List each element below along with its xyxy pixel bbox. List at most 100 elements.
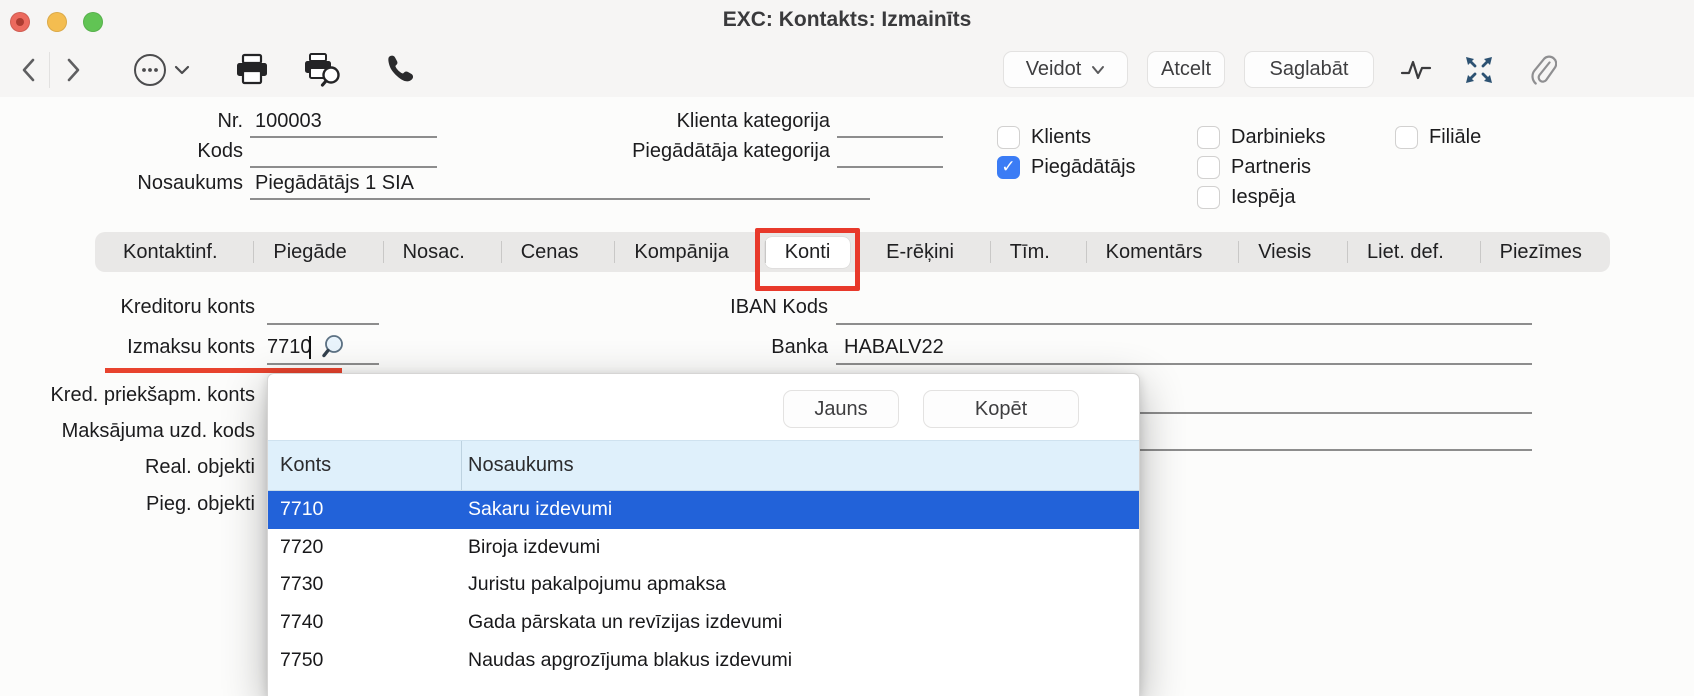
table-header: Konts Nosaukums	[268, 440, 1139, 491]
save-button[interactable]: Saglabāt	[1244, 51, 1374, 88]
izmaksu-konts-underline	[267, 363, 379, 365]
text-cursor	[309, 336, 311, 359]
kred-prieksapm-konts-label: Kred. priekšapm. konts	[0, 384, 255, 407]
tab-bar: Kontaktinf. Piegāde Nosac. Cenas Kompāni…	[95, 232, 1610, 272]
back-button[interactable]	[14, 45, 44, 95]
banka-underline	[836, 363, 1532, 365]
tab-erekini[interactable]: E-rēķini	[866, 237, 974, 268]
tab-liet-def[interactable]: Liet. def.	[1347, 237, 1464, 268]
nosaukums-field[interactable]: Piegādātājs 1 SIA	[255, 172, 414, 195]
create-button[interactable]: Veidot	[1003, 51, 1128, 88]
column-header-nosaukums[interactable]: Nosaukums	[468, 441, 574, 490]
nosaukums-label: Nosaukums	[0, 172, 243, 195]
nr-label: Nr.	[0, 110, 243, 133]
nr-underline	[250, 136, 437, 138]
annotation-highlight-box	[755, 228, 861, 291]
row-konts: 7740	[268, 611, 456, 634]
checkbox-partneris-label[interactable]: Partneris	[1231, 156, 1311, 179]
tab-tim[interactable]: Tīm.	[990, 237, 1070, 268]
attachment-icon[interactable]	[1524, 45, 1560, 95]
paste-special-popup: Jauns Kopēt Konts Nosaukums 7710 Sakaru …	[267, 373, 1140, 696]
new-button[interactable]: Jauns	[783, 390, 899, 428]
banka-label: Banka	[528, 336, 828, 359]
pieg-objekti-label: Pieg. objekti	[0, 493, 255, 516]
kods-underline	[250, 166, 437, 168]
table-row[interactable]: 7750 Naudas apgrozījuma blakus izdevumi	[268, 641, 1139, 679]
row-konts: 7710	[268, 498, 456, 521]
row-nosaukums: Naudas apgrozījuma blakus izdevumi	[456, 649, 1139, 672]
banka-field[interactable]: HABALV22	[844, 336, 944, 359]
copy-button-label: Kopēt	[975, 398, 1027, 421]
row-nosaukums: Sakaru izdevumi	[456, 498, 1139, 521]
tab-piegade[interactable]: Piegāde	[253, 237, 366, 268]
nosaukums-underline	[250, 198, 870, 200]
kreditoru-konts-label: Kreditoru konts	[0, 296, 255, 319]
tab-kontaktinf[interactable]: Kontaktinf.	[103, 237, 238, 268]
klienta-kategorija-label: Klienta kategorija	[530, 110, 830, 133]
record-options-button[interactable]	[130, 45, 192, 95]
checkbox-klients[interactable]: ✓	[997, 126, 1020, 149]
piegadataja-kategorija-label: Piegādātāja kategorija	[530, 140, 830, 163]
toolbar-divider	[49, 52, 50, 88]
tab-viesis[interactable]: Viesis	[1238, 237, 1331, 268]
row-nosaukums: Gada pārskata un revīzijas izdevumi	[456, 611, 1139, 634]
print-icon[interactable]	[232, 45, 272, 95]
column-divider	[461, 441, 462, 490]
izmaksu-konts-label: Izmaksu konts	[0, 336, 255, 359]
row-konts: 7730	[268, 573, 456, 596]
new-button-label: Jauns	[814, 398, 867, 421]
piegadataja-kategorija-field[interactable]	[837, 166, 943, 168]
iban-kods-field[interactable]	[836, 323, 1532, 325]
tab-kompanija[interactable]: Kompānija	[614, 237, 749, 268]
save-button-label: Saglabāt	[1270, 58, 1349, 81]
cancel-button-label: Atcelt	[1161, 58, 1211, 81]
tab-konti[interactable]: Konti	[765, 237, 851, 268]
checkbox-iespeja-label[interactable]: Iespēja	[1231, 186, 1296, 209]
window-title: EXC: Kontakts: Izmainīts	[0, 8, 1694, 32]
checkbox-darbinieks[interactable]: ✓	[1197, 126, 1220, 149]
column-header-konts[interactable]: Konts	[280, 441, 331, 490]
real-objekti-label: Real. objekti	[0, 456, 255, 479]
checkbox-piegadatajs[interactable]: ✓	[997, 156, 1020, 179]
app-window: EXC: Kontakts: Izmainīts	[0, 0, 1694, 696]
kods-label: Kods	[0, 140, 243, 163]
row-konts: 7750	[268, 649, 456, 672]
tab-komentars[interactable]: Komentārs	[1086, 237, 1223, 268]
row-konts: 7720	[268, 536, 456, 559]
kreditoru-konts-field[interactable]	[267, 323, 379, 325]
tab-cenas[interactable]: Cenas	[501, 237, 599, 268]
maksajuma-uzd-kods-label: Maksājuma uzd. kods	[0, 420, 255, 443]
izmaksu-konts-field[interactable]: 7710	[267, 336, 312, 359]
table-row[interactable]: 7740 Gada pārskata un revīzijas izdevumi	[268, 604, 1139, 642]
title-toolbar-area: EXC: Kontakts: Izmainīts	[0, 0, 1694, 97]
chevron-down-icon	[1091, 65, 1105, 75]
checkbox-iespeja[interactable]: ✓	[1197, 186, 1220, 209]
table-body: 7710 Sakaru izdevumi 7720 Biroja izdevum…	[268, 491, 1139, 679]
cancel-button[interactable]: Atcelt	[1147, 51, 1225, 88]
print-preview-icon[interactable]	[300, 45, 346, 95]
nr-field[interactable]: 100003	[255, 110, 322, 133]
checkbox-darbinieks-label[interactable]: Darbinieks	[1231, 126, 1325, 149]
table-row[interactable]: 7710 Sakaru izdevumi	[268, 491, 1139, 529]
activity-icon[interactable]	[1398, 45, 1434, 95]
row-nosaukums: Biroja izdevumi	[456, 536, 1139, 559]
copy-button[interactable]: Kopēt	[923, 390, 1079, 428]
table-row[interactable]: 7720 Biroja izdevumi	[268, 529, 1139, 567]
call-icon[interactable]	[378, 45, 418, 95]
tab-piezimes[interactable]: Piezīmes	[1480, 237, 1602, 268]
paste-special-magnifier-icon[interactable]	[319, 332, 349, 362]
forward-button[interactable]	[58, 45, 88, 95]
table-row[interactable]: 7730 Juristu pakalpojumu apmaksa	[268, 566, 1139, 604]
iban-kods-label: IBAN Kods	[528, 296, 828, 319]
checkbox-partneris[interactable]: ✓	[1197, 156, 1220, 179]
tab-nosac[interactable]: Nosac.	[383, 237, 485, 268]
checkbox-piegadatajs-label[interactable]: Piegādātājs	[1031, 156, 1136, 179]
row-nosaukums: Juristu pakalpojumu apmaksa	[456, 573, 1139, 596]
expand-icon[interactable]	[1461, 45, 1497, 95]
klienta-kategorija-field[interactable]	[837, 136, 943, 138]
checkbox-filiale[interactable]: ✓	[1395, 126, 1418, 149]
checkbox-klients-label[interactable]: Klients	[1031, 126, 1091, 149]
check-icon: ✓	[998, 157, 1019, 177]
checkbox-filiale-label[interactable]: Filiāle	[1429, 126, 1481, 149]
create-button-label: Veidot	[1026, 58, 1082, 81]
